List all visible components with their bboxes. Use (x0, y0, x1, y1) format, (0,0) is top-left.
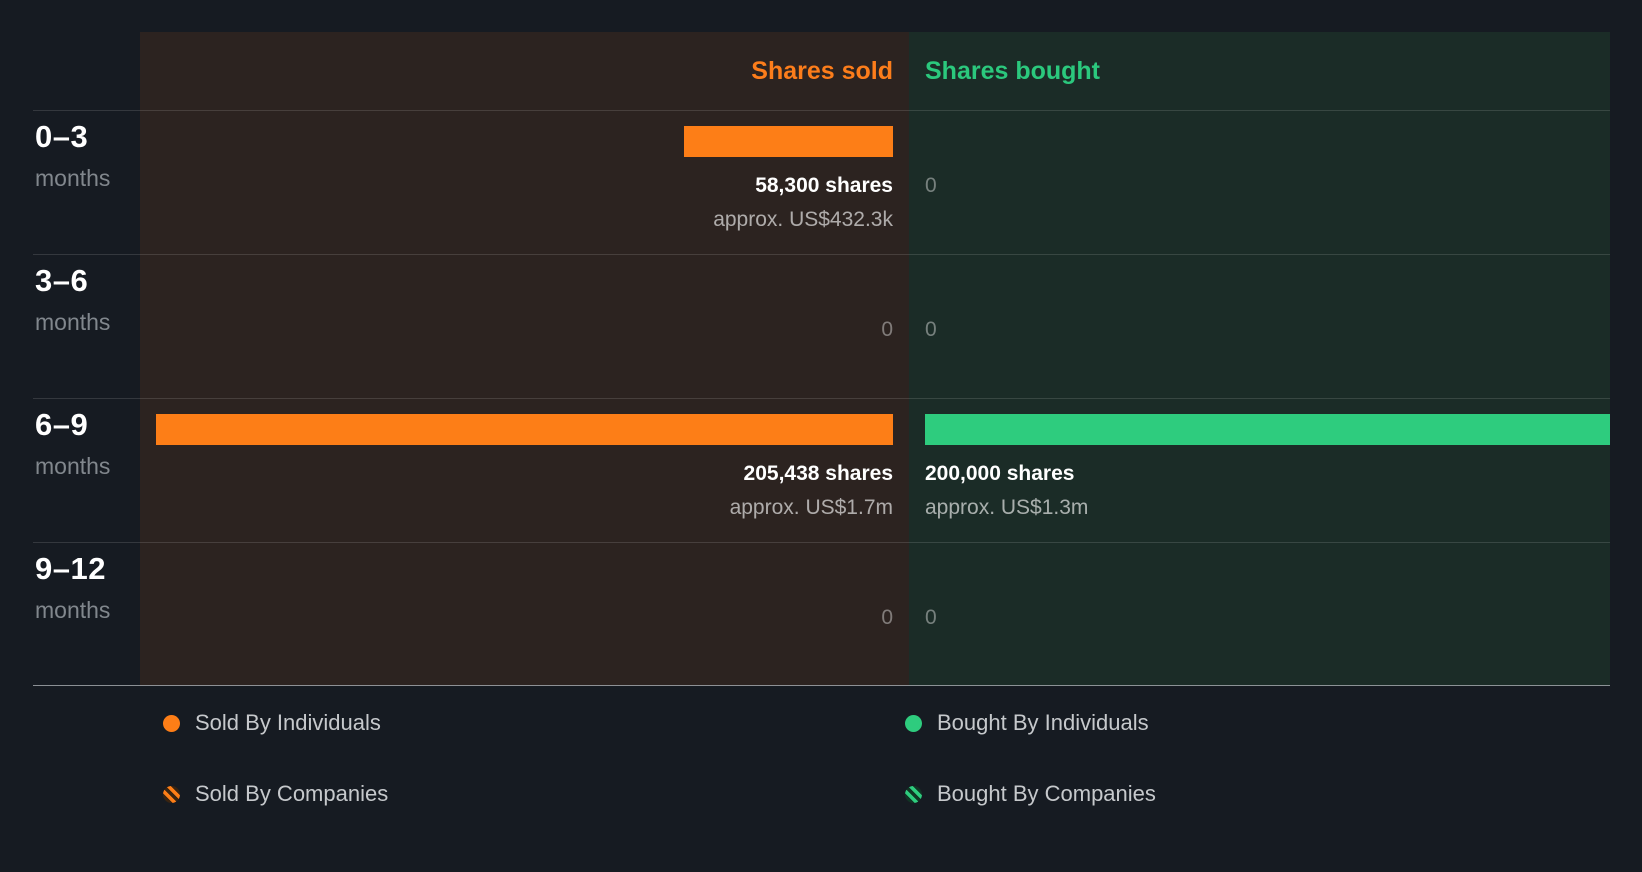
legend-item-bought-companies[interactable]: Bought By Companies (905, 781, 1156, 807)
bought-approx-label (925, 639, 1610, 665)
period-unit: months (35, 453, 111, 479)
sold-bar[interactable] (683, 126, 893, 157)
legend: Sold By Individuals Sold By Companies Bo… (163, 710, 1610, 807)
sold-shares-label: 58,300 shares (755, 174, 893, 197)
sold-shares-label: 0 (881, 318, 893, 341)
period-label-6-9: 6–9 months (33, 398, 140, 542)
sold-shares-label: 0 (881, 606, 893, 629)
legend-label: Sold By Individuals (195, 710, 381, 735)
bought-bar-track (925, 414, 1610, 445)
bought-shares-label: 0 (925, 606, 937, 629)
period-label-0-3: 0–3 months (33, 110, 140, 254)
legend-label: Sold By Companies (195, 781, 389, 806)
period-label-3-6: 3–6 months (33, 254, 140, 398)
sold-cell: 0 (140, 542, 909, 686)
bought-approx-label (925, 207, 1610, 233)
sold-shares-label: 205,438 shares (743, 462, 893, 485)
bought-individuals-swatch (905, 714, 922, 732)
legend-item-sold-companies[interactable]: Sold By Companies (163, 781, 388, 807)
sold-approx-label (156, 351, 893, 377)
legend-item-sold-individuals[interactable]: Sold By Individuals (163, 710, 381, 736)
period-unit: months (35, 165, 111, 191)
sold-approx-label: approx. US$1.7m (729, 496, 893, 519)
legend-item-bought-individuals[interactable]: Bought By Individuals (905, 710, 1149, 736)
sold-cell: 58,300 shares approx. US$432.3k (140, 110, 909, 254)
bought-bar-track (925, 126, 1610, 157)
shares-bought-header: Shares bought (909, 32, 1610, 110)
bought-shares-label: 0 (925, 174, 937, 197)
insider-trading-chart: Shares sold Shares bought 0–3 months 58,… (33, 32, 1610, 686)
period-range: 9–12 (35, 551, 106, 586)
bought-companies-swatch (905, 785, 922, 803)
legend-label: Bought By Individuals (937, 710, 1149, 735)
period-unit: months (35, 309, 111, 335)
header-spacer (33, 32, 140, 110)
bought-shares-label: 0 (925, 318, 937, 341)
bought-cell: 200,000 shares approx. US$1.3m (909, 398, 1610, 542)
period-label-9-12: 9–12 months (33, 542, 140, 686)
sold-cell: 205,438 shares approx. US$1.7m (140, 398, 909, 542)
shares-sold-header: Shares sold (140, 32, 909, 110)
bought-shares-label: 200,000 shares (925, 462, 1075, 485)
bought-bar-track (925, 270, 1610, 301)
period-range: 3–6 (35, 263, 89, 298)
bought-cell: 0 (909, 542, 1610, 686)
bought-bar[interactable] (925, 414, 1610, 445)
bought-cell: 0 (909, 254, 1610, 398)
period-unit: months (35, 597, 111, 623)
sold-bar[interactable] (156, 414, 893, 445)
bought-bar-track (925, 558, 1610, 589)
bought-approx-label (925, 351, 1610, 377)
sold-bar-track (156, 558, 893, 589)
sold-bar-track (156, 414, 893, 445)
sold-bar-track (156, 270, 893, 301)
bought-cell: 0 (909, 110, 1610, 254)
sold-approx-label: approx. US$432.3k (713, 208, 893, 231)
sold-bar-track (156, 126, 893, 157)
sold-approx-label (156, 639, 893, 665)
sold-individuals-swatch (163, 714, 180, 732)
period-range: 0–3 (35, 119, 89, 154)
sold-cell: 0 (140, 254, 909, 398)
sold-companies-swatch (163, 785, 180, 803)
bought-approx-label: approx. US$1.3m (925, 496, 1089, 519)
period-range: 6–9 (35, 407, 89, 442)
legend-label: Bought By Companies (937, 781, 1156, 806)
